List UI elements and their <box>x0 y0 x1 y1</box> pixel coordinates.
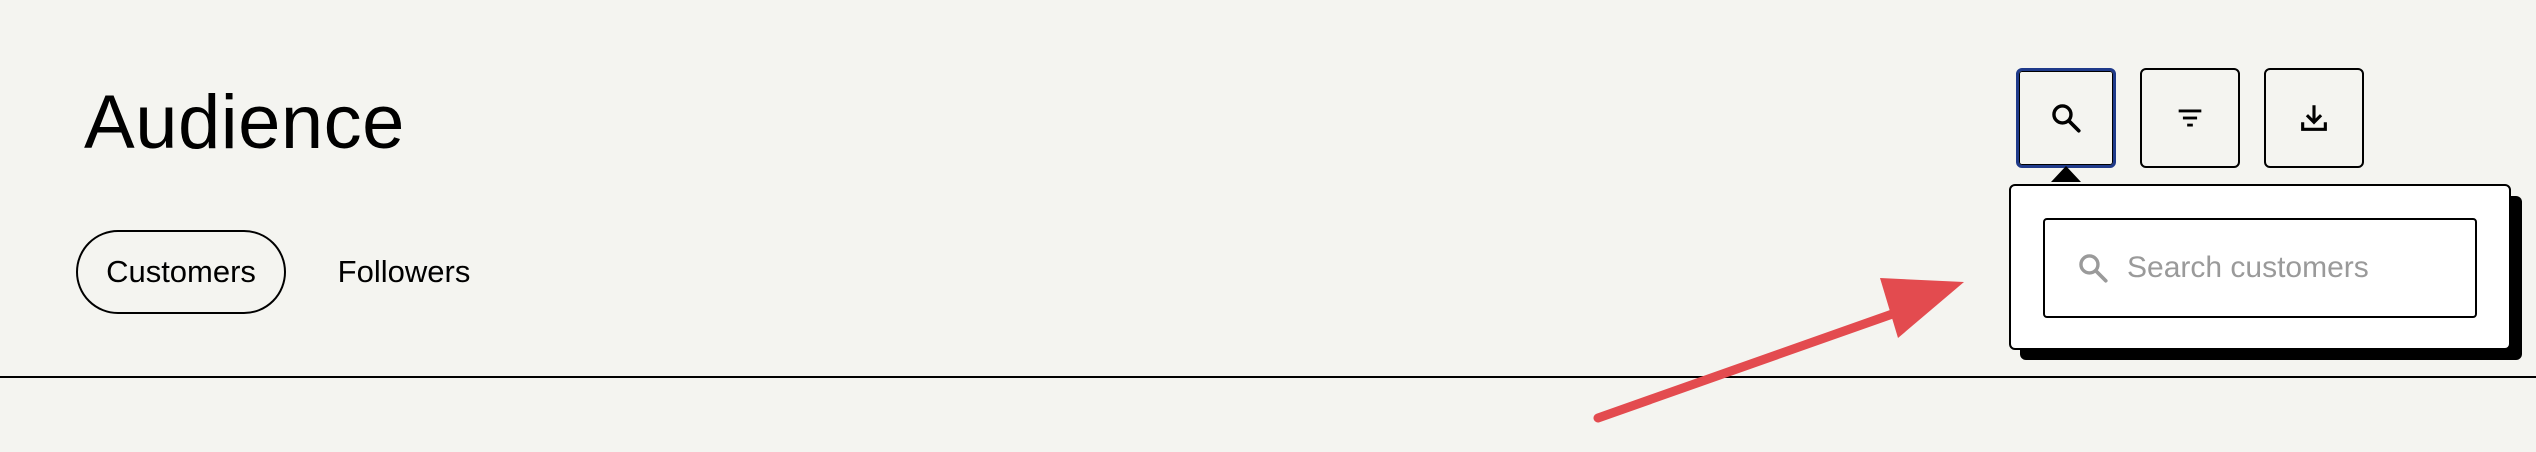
download-icon <box>2301 105 2327 131</box>
download-button[interactable] <box>2264 68 2364 168</box>
page-title: Audience <box>84 80 405 165</box>
search-field[interactable] <box>2043 218 2477 318</box>
tab-customers[interactable]: Customers <box>76 230 286 314</box>
audience-page: Audience Customers Followers <box>0 0 2536 452</box>
search-button[interactable] <box>2016 68 2116 168</box>
search-icon <box>2075 250 2111 286</box>
filter-button[interactable] <box>2140 68 2240 168</box>
tab-followers[interactable]: Followers <box>320 230 488 314</box>
search-icon <box>2052 104 2081 133</box>
header-divider <box>0 376 2536 378</box>
search-popover <box>2009 184 2511 350</box>
search-customers-input[interactable] <box>2127 251 2457 285</box>
popover-caret <box>2051 166 2081 182</box>
filter-icon <box>2178 109 2202 127</box>
